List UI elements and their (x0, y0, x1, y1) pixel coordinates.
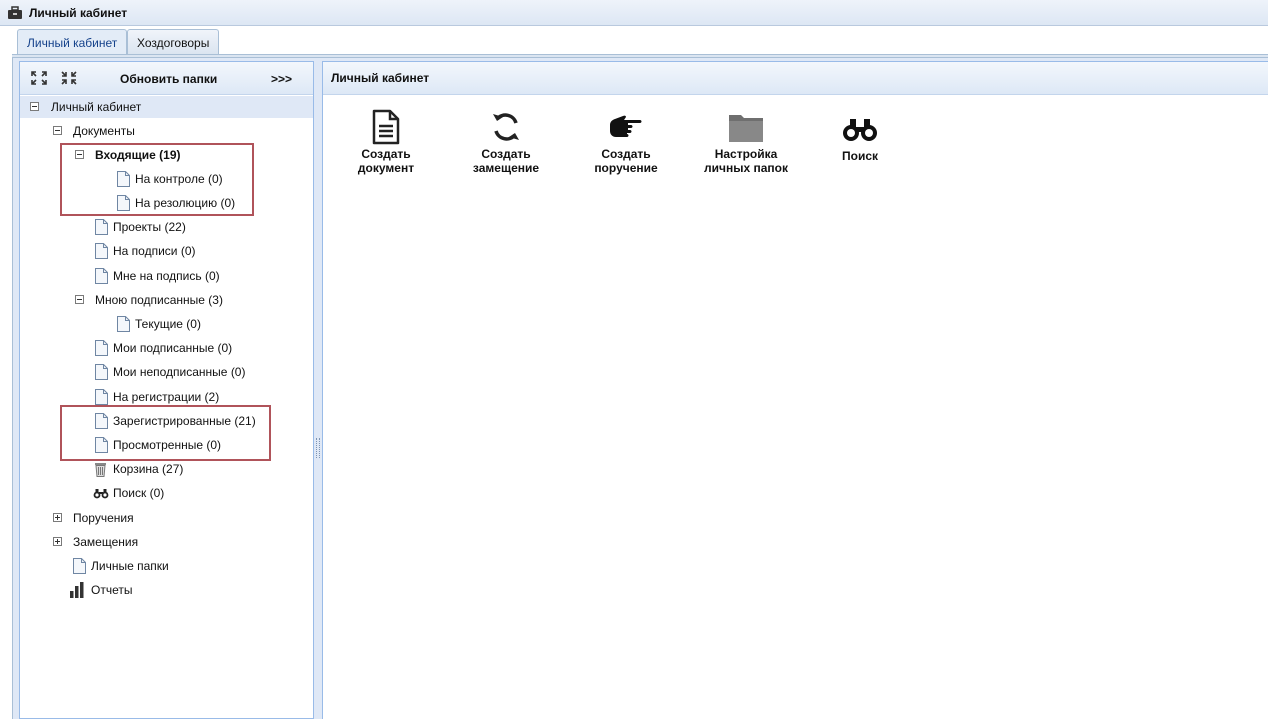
document-icon (95, 340, 108, 356)
tree-item-assignments[interactable]: Поручения (20, 507, 313, 529)
refresh-folders-button[interactable]: Обновить папки (120, 72, 217, 86)
highlight-box-registered (60, 405, 271, 461)
collapse-all-icon[interactable] (60, 70, 78, 86)
tab-contracts[interactable]: Хоздоговоры (127, 29, 220, 55)
tree-item-root[interactable]: Личный кабинет (20, 96, 313, 118)
action-label: Создать документ (357, 147, 415, 175)
tree-item-trash[interactable]: Корзина (27) (20, 458, 313, 480)
tree-item-my-signed[interactable]: Мои подписанные (0) (20, 337, 313, 359)
tree-item-label: Текущие (0) (135, 317, 201, 331)
document-icon (117, 316, 130, 332)
more-button[interactable]: >>> (271, 72, 292, 86)
collapse-toggle[interactable] (30, 102, 39, 111)
tree-item-current[interactable]: Текущие (0) (20, 313, 313, 335)
tree-item-on-signing[interactable]: На подписи (0) (20, 240, 313, 262)
tree-item-label: Мои подписанные (0) (113, 341, 233, 355)
tree-item-label: Личные папки (91, 559, 169, 573)
action-label: Создать замещение (472, 147, 540, 175)
tree-item-label: Документы (73, 124, 135, 138)
tree-item-substitutions[interactable]: Замещения (20, 531, 313, 553)
tree-item-label: Замещения (73, 535, 139, 549)
tree-item-signed-by-me[interactable]: Мною подписанные (3) (20, 289, 313, 311)
expand-toggle[interactable] (53, 513, 62, 522)
tab-strip: Личный кабинет Хоздоговоры (0, 26, 1268, 56)
document-icon (372, 109, 400, 145)
collapse-toggle[interactable] (75, 295, 84, 304)
tree-item-label: Поиск (0) (113, 486, 165, 500)
main-panel-header: Личный кабинет (323, 62, 1268, 95)
tree-item-label: На подписи (0) (113, 244, 196, 258)
tree-item-label: Корзина (27) (113, 462, 184, 476)
bar-chart-icon (70, 582, 84, 598)
create-assignment-button[interactable]: Создать поручение (571, 109, 681, 175)
tree-item-label: Мне на подпись (0) (113, 269, 220, 283)
binoculars-icon (93, 489, 109, 499)
document-icon (95, 243, 108, 259)
tree-item-search[interactable]: Поиск (0) (20, 482, 313, 504)
personal-folders-settings-button[interactable]: Настройка личных папок (691, 109, 801, 175)
tree-item-label: Мною подписанные (3) (95, 293, 223, 307)
document-icon (95, 364, 108, 380)
tree-item-personal-folders[interactable]: Личные папки (20, 555, 313, 577)
refresh-icon (493, 113, 519, 141)
main-panel: Личный кабинет Создать документ Создать … (322, 61, 1268, 719)
document-icon (73, 558, 86, 574)
splitter-grip[interactable] (316, 438, 320, 458)
tree-toolbar: Обновить папки >>> (20, 62, 313, 95)
pointing-hand-icon (610, 115, 642, 137)
create-document-button[interactable]: Создать документ (331, 109, 441, 175)
search-button[interactable]: Поиск (805, 109, 915, 163)
action-label: Настройка личных папок (704, 147, 788, 175)
tree-item-label: Проекты (22) (113, 220, 186, 234)
document-icon (95, 219, 108, 235)
tree-item-projects[interactable]: Проекты (22) (20, 216, 313, 238)
tree-item-label: Мои неподписанные (0) (113, 365, 246, 379)
tree-item-label: Поручения (73, 511, 134, 525)
folder-icon (729, 115, 763, 142)
tree-item-reports[interactable]: Отчеты (20, 579, 313, 601)
document-icon (95, 389, 108, 405)
tree-item-label: Отчеты (91, 583, 133, 597)
briefcase-icon (8, 6, 22, 19)
tree-item-my-unsigned[interactable]: Мои неподписанные (0) (20, 361, 313, 383)
panel-splitter[interactable] (314, 61, 322, 719)
expand-toggle[interactable] (53, 537, 62, 546)
document-icon (95, 268, 108, 284)
action-label: Поиск (841, 149, 878, 163)
tree-item-label: Личный кабинет (51, 100, 142, 114)
collapse-toggle[interactable] (53, 126, 62, 135)
binoculars-icon (843, 119, 877, 141)
window-title: Личный кабинет (29, 6, 128, 20)
action-label: Создать поручение (594, 147, 658, 175)
tree-item-to-me-for-signature[interactable]: Мне на подпись (0) (20, 265, 313, 287)
main-panel-title: Личный кабинет (331, 71, 430, 85)
highlight-box-incoming (60, 143, 254, 216)
expand-all-icon[interactable] (30, 70, 48, 86)
tree-item-documents[interactable]: Документы (20, 120, 313, 142)
trash-icon (95, 463, 106, 477)
tab-personal-cabinet[interactable]: Личный кабинет (17, 29, 128, 55)
window-titlebar: Личный кабинет (0, 0, 1268, 26)
create-substitution-button[interactable]: Создать замещение (451, 109, 561, 175)
